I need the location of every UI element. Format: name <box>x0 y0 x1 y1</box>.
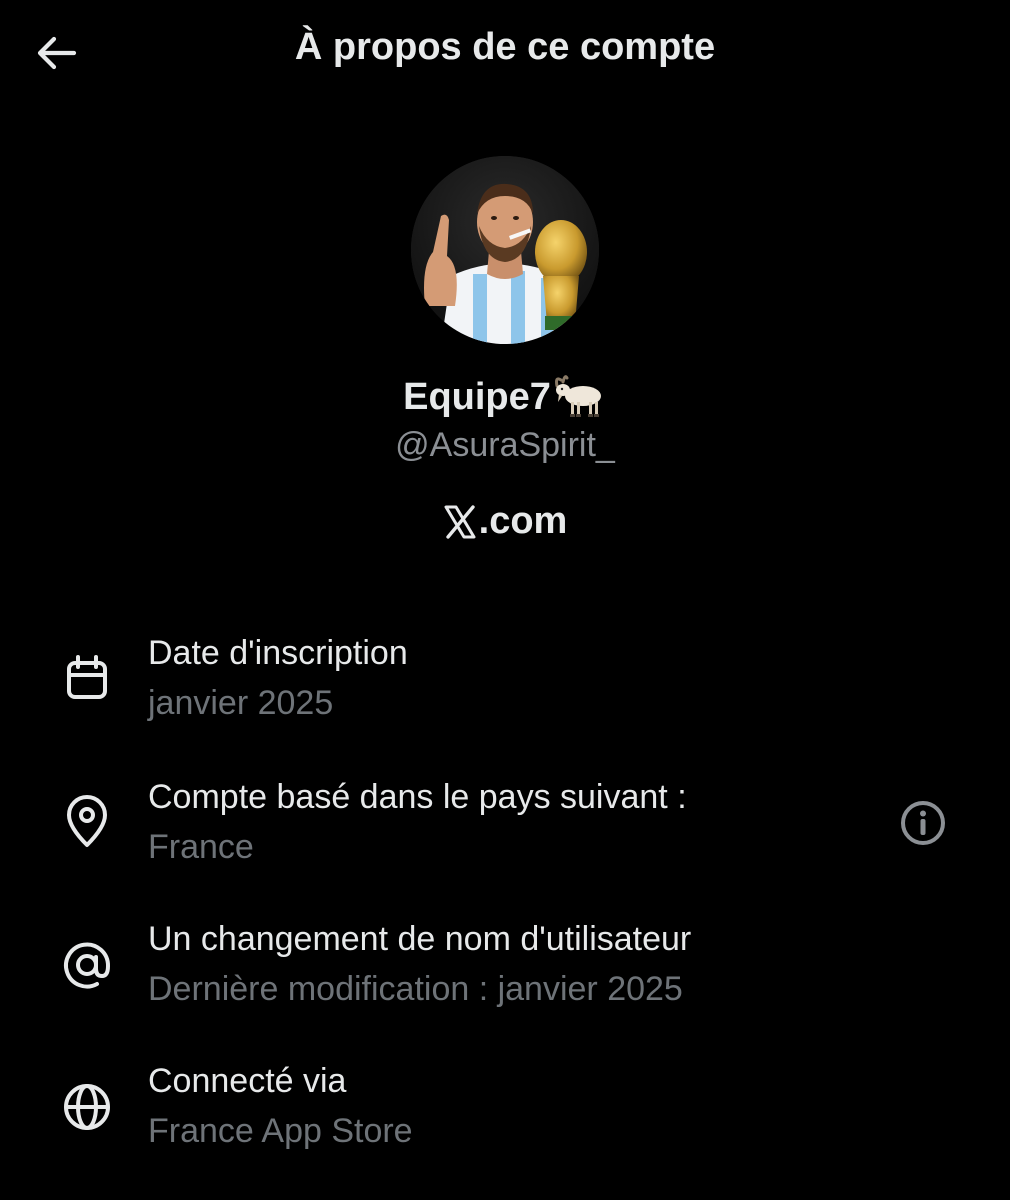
goat-icon <box>554 375 601 417</box>
avatar[interactable] <box>411 156 599 344</box>
page-title: À propos de ce compte <box>294 26 716 68</box>
platform-domain: .com <box>478 500 568 542</box>
at-sign-icon <box>58 936 116 994</box>
info-row-country: Compte basé dans le pays suivant : Franc… <box>0 770 1010 880</box>
calendar-icon <box>58 650 116 708</box>
row-title: Un changement de nom d'utilisateur <box>148 920 692 958</box>
info-row-connected-via: Connecté via France App Store <box>0 1054 1010 1164</box>
display-name: Equipe7 <box>403 375 551 418</box>
display-name-row: Equipe7 <box>0 374 1010 420</box>
row-value: janvier 2025 <box>148 684 334 722</box>
row-title: Date d'inscription <box>148 634 408 672</box>
info-row-username-change: Un changement de nom d'utilisateur Derni… <box>0 912 1010 1022</box>
username-handle: @AsuraSpirit_ <box>395 426 615 464</box>
globe-icon <box>58 1078 116 1136</box>
info-icon <box>901 801 945 845</box>
row-value: France App Store <box>148 1112 413 1150</box>
top-bar: À propos de ce compte <box>0 0 1010 110</box>
location-pin-icon <box>58 792 116 850</box>
row-value: France <box>148 828 254 866</box>
row-title: Compte basé dans le pays suivant : <box>148 778 687 816</box>
info-row-join-date: Date d'inscription janvier 2025 <box>0 626 1010 736</box>
row-value: Dernière modification : janvier 2025 <box>148 970 683 1008</box>
row-title: Connecté via <box>148 1062 347 1100</box>
country-info-button[interactable] <box>896 796 950 850</box>
x-logo-icon <box>444 504 476 539</box>
platform-label: .com <box>0 500 1010 543</box>
avatar-photo <box>411 156 599 344</box>
